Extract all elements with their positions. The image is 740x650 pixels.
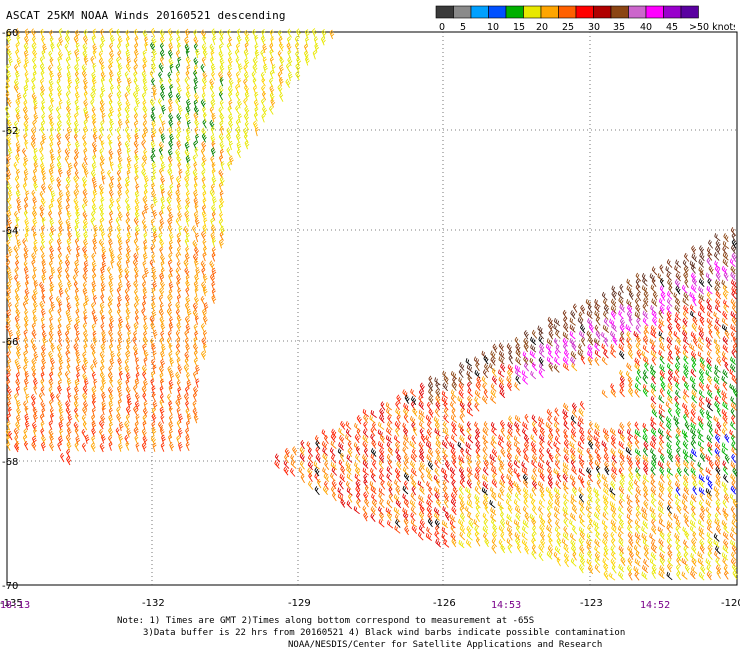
longitude-label: -126 [433,598,456,609]
time-label-right: 14:52 [640,600,671,611]
note-line-1: Note: 1) Times are GMT 2)Times along bot… [117,616,535,626]
latitude-label: -66 [2,337,18,348]
note-line-2: 3)Data buffer is 22 hrs from 20160521 4)… [143,628,626,638]
latitude-label: -60 [2,28,18,39]
longitude-label: -120 [721,598,740,609]
longitude-label: -132 [142,598,165,609]
note-line-3: NOAA/NESDIS/Center for Satellite Applica… [288,640,603,650]
wind-barb-map: -60-62-64-66-68-70-135 -132 -129 -126 -123 -1… [0,27,740,609]
time-label-middle: 14:53 [491,600,522,611]
wind-barbs [5,27,739,581]
latitude-label: -64 [2,226,18,237]
latitude-label: -70 [2,581,18,592]
latitude-label: -62 [2,126,18,137]
longitude-label: -129 [288,598,311,609]
longitude-label: -123 [580,598,603,609]
latitude-label: -68 [2,457,18,468]
time-label-left: 18:13 [0,600,31,611]
